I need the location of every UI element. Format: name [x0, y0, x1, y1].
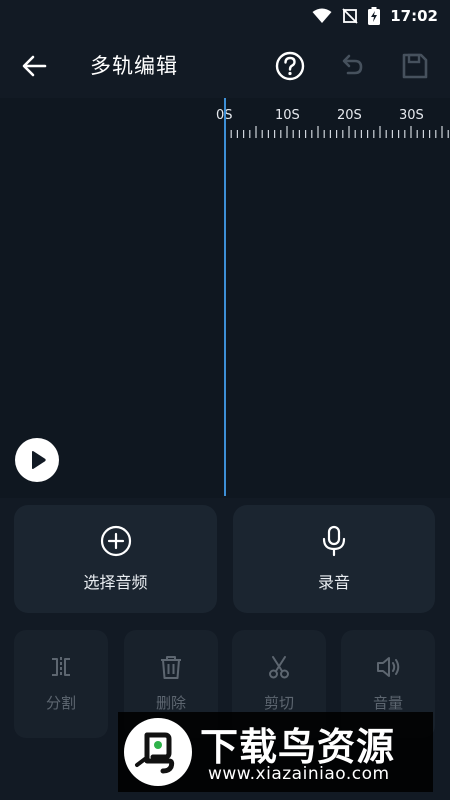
select-audio-label: 选择音频	[83, 573, 148, 592]
back-arrow-icon[interactable]	[20, 52, 48, 80]
watermark-logo	[124, 718, 192, 786]
add-circle-icon	[100, 525, 131, 557]
scissors-icon	[269, 656, 289, 679]
help-icon[interactable]	[274, 50, 306, 82]
record-label: 录音	[317, 573, 350, 592]
play-button[interactable]	[15, 438, 59, 482]
track-area[interactable]: 0S 10S 20S 30S	[0, 98, 450, 498]
volume-label: 音量	[372, 694, 403, 712]
cut-label: 剪切	[263, 694, 294, 712]
playhead[interactable]	[224, 98, 226, 496]
volume-icon	[377, 657, 400, 677]
bird-logo-icon	[135, 732, 175, 774]
no-sim-icon	[342, 8, 358, 24]
record-button[interactable]: 录音	[233, 505, 435, 613]
wifi-icon	[312, 8, 332, 23]
microphone-icon	[322, 525, 346, 557]
page-title: 多轨编辑	[90, 54, 178, 78]
undo-icon[interactable]	[336, 51, 366, 81]
split-button[interactable]: 分割	[14, 630, 108, 738]
status-bar: 17:02	[0, 0, 450, 32]
watermark-url: www.xiazainiao.com	[208, 764, 390, 784]
split-icon	[52, 657, 70, 677]
save-icon[interactable]	[400, 51, 430, 81]
trash-icon	[161, 656, 181, 679]
watermark-title: 下载鸟资源	[200, 725, 396, 769]
play-icon	[32, 451, 46, 469]
app-bar: 多轨编辑	[0, 32, 450, 98]
split-label: 分割	[45, 694, 76, 712]
delete-label: 删除	[155, 694, 186, 712]
status-time: 17:02	[390, 7, 438, 25]
watermark: 下载鸟资源 www.xiazainiao.com	[118, 712, 433, 792]
select-audio-button[interactable]: 选择音频	[14, 505, 217, 613]
battery-charging-icon	[368, 7, 381, 25]
